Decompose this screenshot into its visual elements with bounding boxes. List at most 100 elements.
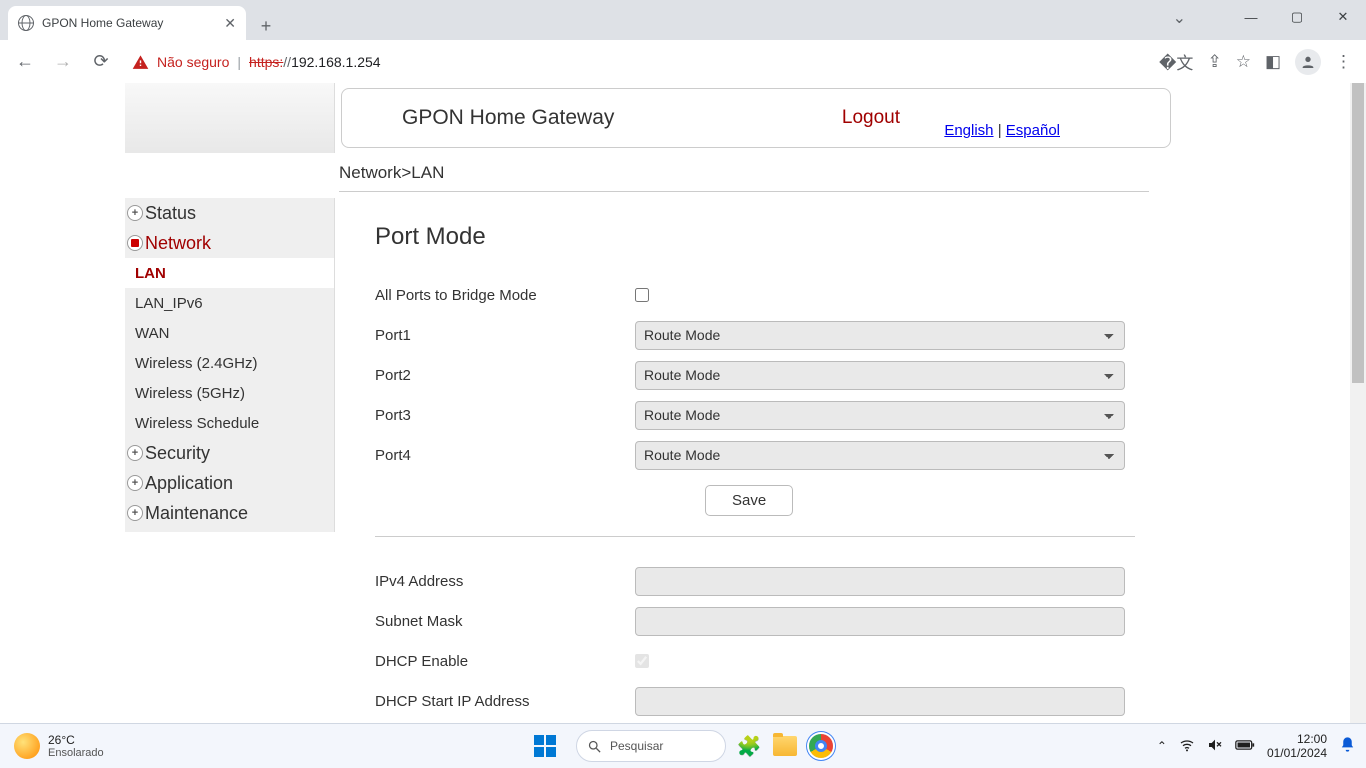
weather-widget[interactable]: 26°C Ensolarado [0,733,104,759]
sidebar-sub-lan[interactable]: LAN [125,258,334,288]
label-dhcp-enable: DHCP Enable [375,653,635,670]
row-subnet: Subnet Mask [375,601,1145,641]
tabs-chevron-icon[interactable]: ⌄ [1173,8,1186,28]
wifi-icon[interactable] [1179,737,1195,756]
window-controls: — ▢ ✕ [1228,0,1366,34]
scrollbar-thumb[interactable] [1352,83,1364,383]
browser-tab[interactable]: GPON Home Gateway ✕ [8,6,246,40]
window-minimize-button[interactable]: — [1228,0,1274,34]
section-heading-port-mode: Port Mode [375,223,1145,251]
taskbar-center: Pesquisar 🧩 [532,730,834,762]
section-divider [375,536,1135,537]
vertical-scrollbar[interactable] [1350,83,1366,723]
sidebar-item-status[interactable]: Status [125,198,334,228]
breadcrumb: Network>LAN [339,163,444,183]
window-close-button[interactable]: ✕ [1320,0,1366,34]
logout-link[interactable]: Logout [842,107,900,129]
select-port1[interactable]: Route Mode [635,321,1125,350]
search-placeholder: Pesquisar [610,739,663,753]
taskbar-search[interactable]: Pesquisar [576,730,726,762]
sun-icon [14,733,40,759]
sidebar: Status Network LAN LAN_IPv6 WAN Wireless… [125,198,335,532]
sidebar-sub-lan-ipv6[interactable]: LAN_IPv6 [125,288,334,318]
content-area: Port Mode All Ports to Bridge Mode Port1… [375,223,1145,721]
toolbar-icons: �文 ⇪ ☆ ◧ ⋮ [1159,49,1358,75]
lang-espanol-link[interactable]: Español [1006,122,1060,139]
profile-avatar-icon[interactable] [1295,49,1321,75]
router-page: GPON Home Gateway Logout English | Españ… [0,83,1350,723]
url-field[interactable]: Não seguro | https://192.168.1.254 [122,47,1132,77]
menu-icon[interactable]: ⋮ [1335,52,1352,72]
lang-separator: | [998,122,1006,139]
header-box: GPON Home Gateway Logout English | Españ… [341,88,1171,148]
forward-button[interactable]: → [46,45,80,79]
sidebar-item-network[interactable]: Network [125,228,334,258]
share-icon[interactable]: ⇪ [1207,52,1221,72]
checkbox-all-bridge[interactable] [635,288,649,302]
volume-muted-icon[interactable] [1207,737,1223,756]
collapse-icon [127,235,143,251]
bookmark-icon[interactable]: ☆ [1236,52,1251,72]
back-button[interactable]: ← [8,45,42,79]
save-button[interactable]: Save [705,485,793,516]
weather-temp: 26°C [48,733,104,747]
sidebar-sub-wireless-schedule[interactable]: Wireless Schedule [125,408,334,438]
url-divider: | [237,54,241,70]
label-dhcp-start: DHCP Start IP Address [375,693,635,710]
taskbar-app-explorer[interactable] [772,733,798,759]
warning-icon [132,54,149,69]
sidebar-sub-wan[interactable]: WAN [125,318,334,348]
url-text: https://192.168.1.254 [249,54,381,70]
clock[interactable]: 12:00 01/01/2024 [1267,732,1327,761]
sidepanel-icon[interactable]: ◧ [1265,52,1281,72]
input-dhcp-start[interactable] [635,687,1125,716]
search-icon [587,739,602,754]
page-title: GPON Home Gateway [402,106,614,130]
row-port4: Port4 Route Mode [375,435,1145,475]
tab-close-icon[interactable]: ✕ [224,15,236,32]
select-port2[interactable]: Route Mode [635,361,1125,390]
clock-date: 01/01/2024 [1267,746,1327,760]
globe-icon [18,15,34,31]
sidebar-item-maintenance[interactable]: Maintenance [125,498,334,528]
label-subnet-mask: Subnet Mask [375,613,635,630]
folder-icon [773,736,797,756]
lang-english-link[interactable]: English [944,122,993,139]
new-tab-button[interactable]: + [252,12,280,40]
taskbar: 26°C Ensolarado Pesquisar 🧩 ⌃ 12:00 01/0… [0,723,1366,768]
sidebar-sub-wireless-24[interactable]: Wireless (2.4GHz) [125,348,334,378]
taskbar-app-chrome[interactable] [808,733,834,759]
tray-chevron-icon[interactable]: ⌃ [1157,739,1167,753]
expand-icon [127,505,143,521]
sidebar-item-security[interactable]: Security [125,438,334,468]
notification-bell-icon[interactable] [1339,736,1356,756]
row-port1: Port1 Route Mode [375,315,1145,355]
header-divider [339,191,1149,192]
label-port1: Port1 [375,327,635,344]
sidebar-sub-wireless-5[interactable]: Wireless (5GHz) [125,378,334,408]
reload-button[interactable]: ⟳ [84,45,118,79]
start-button[interactable] [532,733,558,759]
input-subnet-mask[interactable] [635,607,1125,636]
input-ipv4-address[interactable] [635,567,1125,596]
label-ipv4-address: IPv4 Address [375,573,635,590]
select-port4[interactable]: Route Mode [635,441,1125,470]
expand-icon [127,445,143,461]
system-tray: ⌃ 12:00 01/01/2024 [1157,732,1366,761]
row-dhcp-enable: DHCP Enable [375,641,1145,681]
address-bar: ← → ⟳ Não seguro | https://192.168.1.254… [0,40,1366,83]
expand-icon [127,475,143,491]
translate-icon[interactable]: �文 [1159,49,1193,74]
sidebar-item-application[interactable]: Application [125,468,334,498]
label-port3: Port3 [375,407,635,424]
battery-icon[interactable] [1235,739,1255,754]
taskbar-app-extensions[interactable]: 🧩 [736,733,762,759]
weather-cond: Ensolarado [48,747,104,759]
label-port4: Port4 [375,447,635,464]
browser-chrome: GPON Home Gateway ✕ + ⌄ — ▢ ✕ ← → ⟳ Não … [0,0,1366,83]
window-maximize-button[interactable]: ▢ [1274,0,1320,34]
windows-icon [534,735,556,757]
checkbox-dhcp-enable[interactable] [635,654,649,668]
weather-text: 26°C Ensolarado [48,733,104,759]
select-port3[interactable]: Route Mode [635,401,1125,430]
